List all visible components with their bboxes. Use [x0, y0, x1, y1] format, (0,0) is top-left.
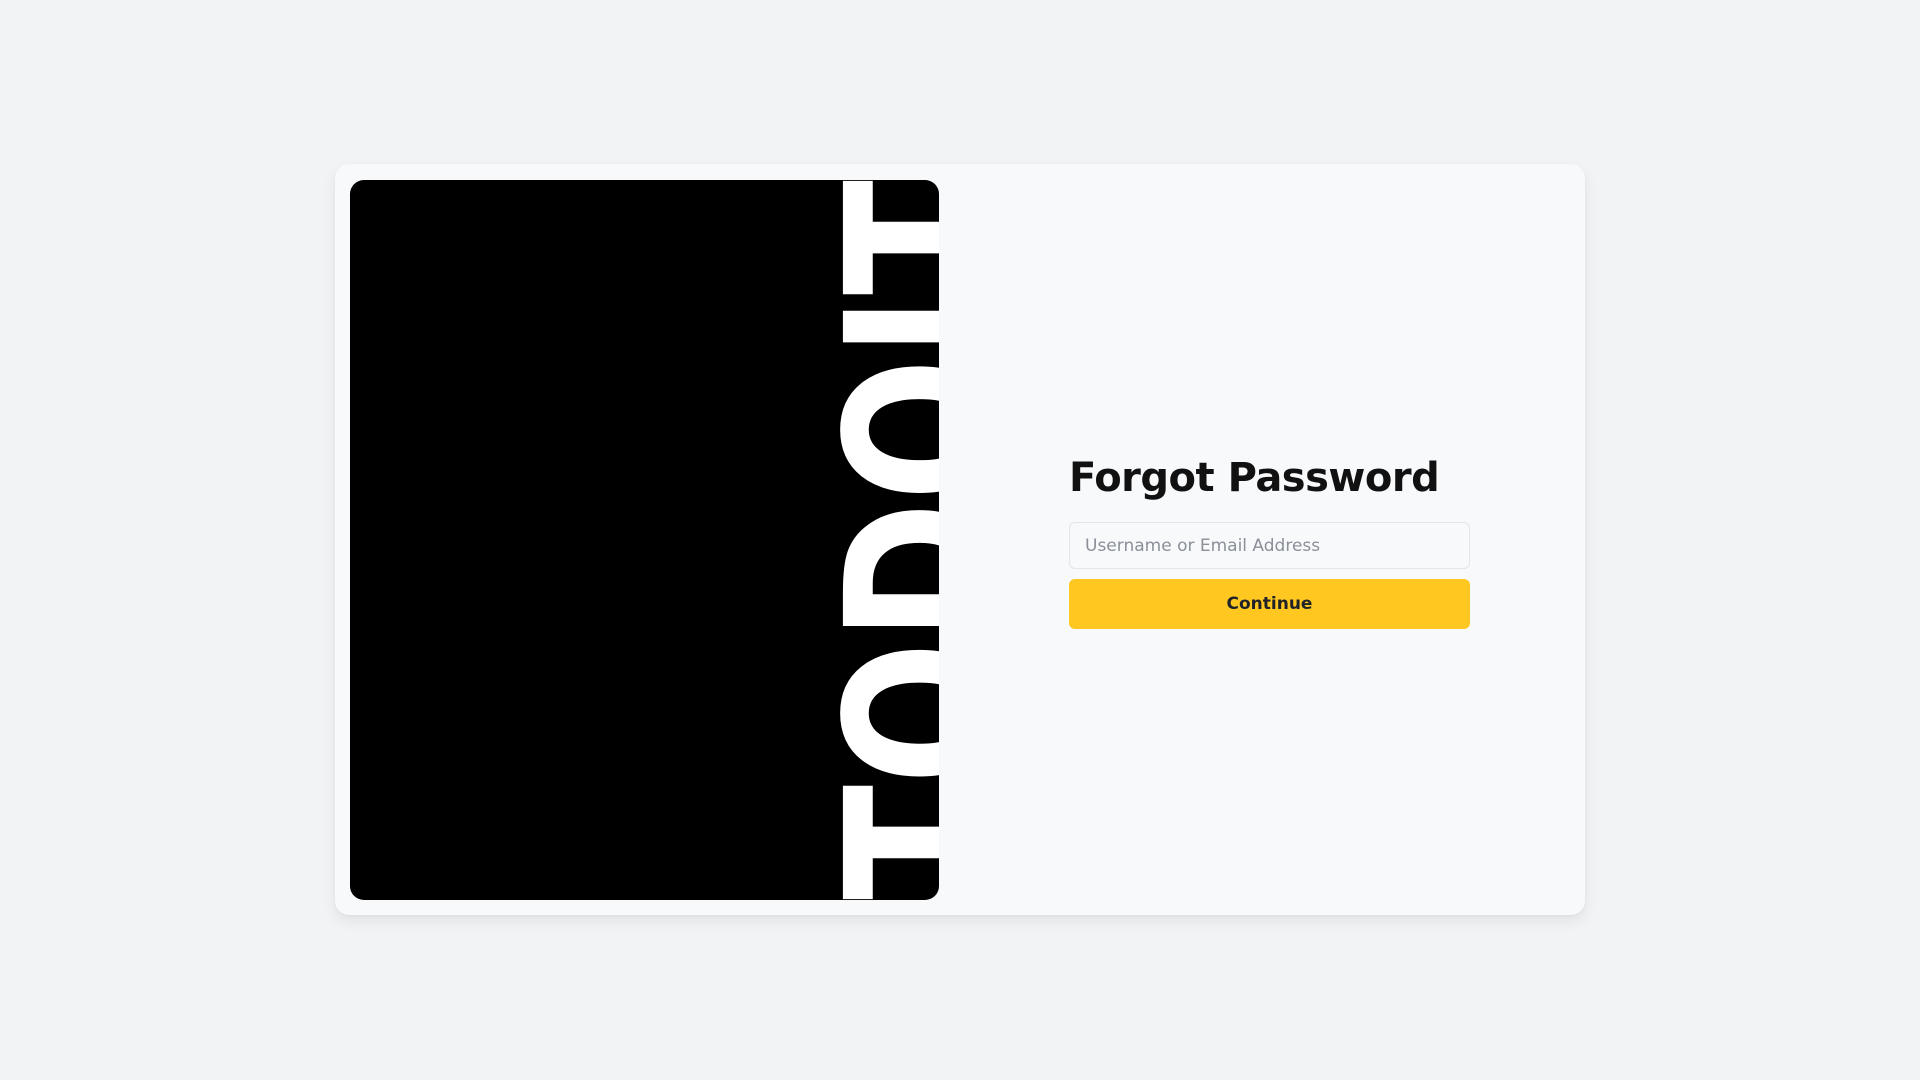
todoit-wordmark-text: TODOIT	[814, 180, 939, 900]
forgot-password-form: Forgot Password Continue	[1069, 452, 1470, 629]
username-email-input[interactable]	[1069, 522, 1470, 569]
brand-panel: TODOIT	[350, 180, 939, 900]
todoit-wordmark-logo: TODOIT	[814, 180, 939, 900]
brand-logo: TODOIT	[814, 180, 939, 900]
continue-button[interactable]: Continue	[1069, 579, 1470, 629]
page-title: Forgot Password	[1069, 455, 1440, 501]
forgot-password-card: TODOIT Forgot Password Continue	[335, 164, 1585, 915]
